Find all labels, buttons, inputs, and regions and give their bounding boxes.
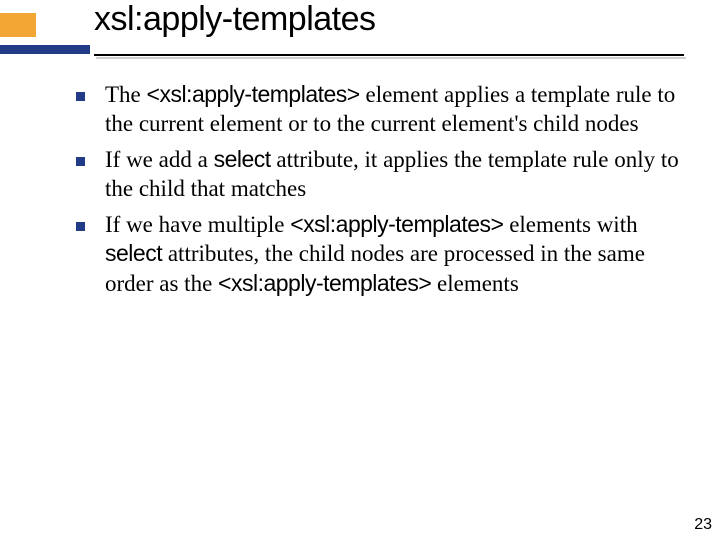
- bullet-text: If we add a select attribute, it applies…: [105, 145, 696, 204]
- bullet-list: The <xsl:apply-templates> element applie…: [76, 80, 696, 304]
- slide-header: xsl:apply-templates: [0, 0, 720, 50]
- text-run: elements: [431, 271, 519, 296]
- text-run: If we have multiple: [105, 212, 290, 237]
- slide: xsl:apply-templates The <xsl:apply-templ…: [0, 0, 720, 540]
- bullet-text: If we have multiple <xsl:apply-templates…: [105, 210, 696, 298]
- title-underline-shadow: [96, 57, 686, 59]
- list-item: If we add a select attribute, it applies…: [76, 145, 696, 204]
- accent-bar-orange: [0, 13, 36, 37]
- code-run: select: [214, 146, 271, 172]
- title-underline: [94, 54, 684, 56]
- list-item: If we have multiple <xsl:apply-templates…: [76, 210, 696, 298]
- list-item: The <xsl:apply-templates> element applie…: [76, 80, 696, 139]
- code-run: <xsl:apply-templates>: [147, 81, 360, 107]
- text-run: The: [105, 82, 147, 107]
- code-run: <xsl:apply-templates>: [290, 211, 503, 237]
- bullet-icon: [76, 222, 85, 231]
- bullet-text: The <xsl:apply-templates> element applie…: [105, 80, 696, 139]
- bullet-icon: [76, 92, 85, 101]
- text-run: elements with: [503, 212, 637, 237]
- code-run: <xsl:apply-templates>: [218, 270, 431, 296]
- code-run: select: [105, 240, 162, 266]
- accent-bar-blue: [0, 45, 90, 54]
- bullet-icon: [76, 157, 85, 166]
- page-number: 23: [694, 516, 712, 534]
- slide-title: xsl:apply-templates: [94, 0, 376, 39]
- text-run: If we add a: [105, 147, 214, 172]
